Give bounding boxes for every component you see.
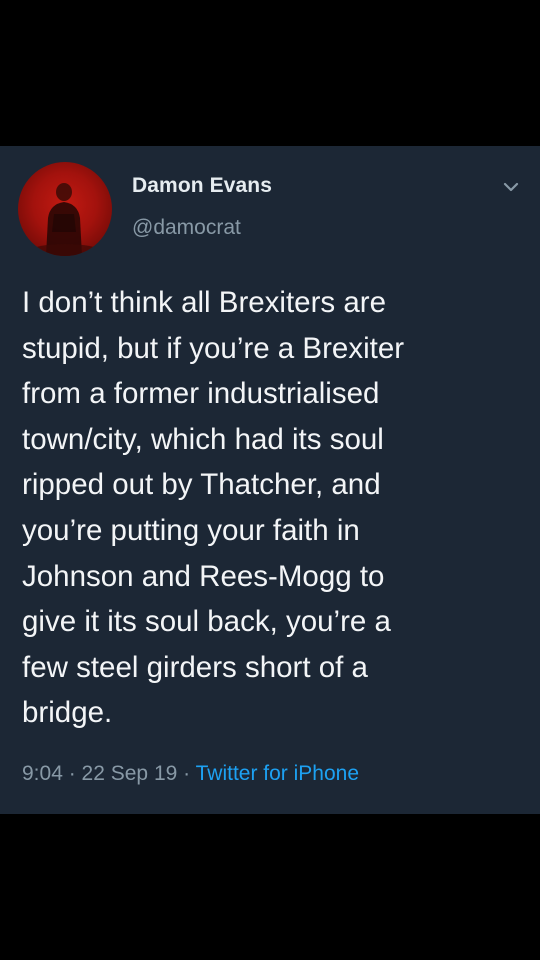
tweet-card: Damon Evans @damocrat I don’t think all … [0, 146, 540, 814]
tweet-metadata: 9:04 · 22 Sep 19 · Twitter for iPhone [22, 762, 359, 786]
tweet-time: 9:04 [22, 762, 63, 785]
tweet-date: 22 Sep 19 [81, 762, 178, 785]
tweet-source-link[interactable]: Twitter for iPhone [196, 762, 359, 785]
display-name[interactable]: Damon Evans [132, 174, 272, 198]
avatar[interactable] [18, 162, 112, 256]
user-handle[interactable]: @damocrat [132, 216, 241, 240]
avatar-portrait-icon [25, 183, 105, 256]
meta-separator: · [62, 762, 82, 785]
screenshot-frame: Damon Evans @damocrat I don’t think all … [0, 0, 540, 960]
meta-separator: · [177, 762, 196, 785]
chevron-down-icon[interactable] [500, 176, 522, 198]
tweet-text: I don’t think all Brexiters are stupid, … [22, 286, 405, 730]
